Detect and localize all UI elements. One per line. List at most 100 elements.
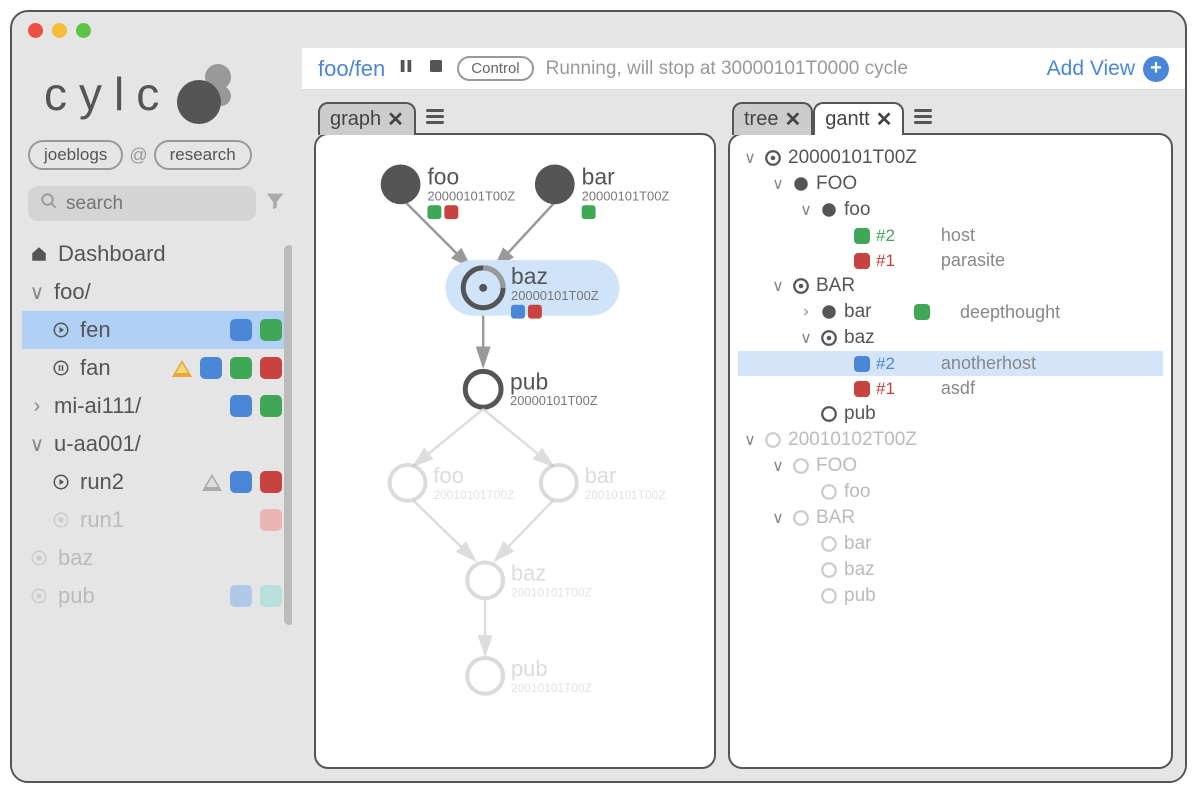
svg-text:20000101T00Z: 20000101T00Z	[511, 288, 599, 303]
chevron-down-icon: ∨	[28, 432, 46, 457]
scrollbar-thumb[interactable]	[284, 245, 292, 625]
tree-family-bar[interactable]: ∨ BAR	[738, 273, 1163, 299]
window-maximize-button[interactable]	[76, 23, 91, 38]
tree-job-baz-2[interactable]: #2 anotherhost	[738, 351, 1163, 376]
graph-node-pub-cycle2[interactable]: pub 20010101T00Z	[467, 656, 592, 695]
succeeded-icon	[792, 175, 810, 193]
workflow-graph[interactable]: foo 20000101T00Z bar 20000101T00Z	[316, 135, 714, 767]
tree-task-baz-2[interactable]: baz	[738, 557, 1163, 583]
server-pill[interactable]: research	[154, 140, 252, 170]
nav-dashboard[interactable]: Dashboard	[22, 235, 292, 273]
tree-task-pub-2[interactable]: pub	[738, 583, 1163, 609]
hamburger-icon[interactable]	[426, 109, 444, 128]
nav-miai-label: mi-ai111/	[54, 393, 141, 419]
tree-cyclepoint-1[interactable]: ∨ 20000101T00Z	[738, 145, 1163, 171]
workflow-name[interactable]: foo/fen	[318, 56, 385, 82]
tab-graph-label: graph	[330, 108, 381, 131]
tree-job-foo-1[interactable]: #1 parasite	[738, 248, 1163, 273]
tree-task-foo-2[interactable]: foo	[738, 479, 1163, 505]
graph-node-bar-cycle2[interactable]: bar 20010101T00Z	[541, 463, 666, 502]
nav-foo[interactable]: ∨ foo/	[22, 273, 292, 311]
home-icon	[28, 245, 50, 263]
search-input[interactable]	[66, 193, 244, 215]
stop-button[interactable]	[427, 57, 445, 80]
filter-icon[interactable]	[264, 190, 286, 217]
status-chip-red	[260, 357, 282, 379]
logo-text: cylc	[44, 67, 171, 121]
tab-tree[interactable]: tree ✕	[732, 102, 813, 135]
tree-task-bar[interactable]: › bar deepthought	[738, 299, 1163, 325]
nav-pub[interactable]: pub	[22, 577, 292, 615]
job-host: deepthought	[960, 302, 1060, 323]
window-minimize-button[interactable]	[52, 23, 67, 38]
tree-task-pub[interactable]: pub	[738, 401, 1163, 427]
svg-text:baz: baz	[511, 263, 548, 289]
svg-text:pub: pub	[511, 656, 548, 681]
add-view-button[interactable]: Add View +	[1047, 56, 1169, 82]
tree-job-foo-2[interactable]: #2 host	[738, 223, 1163, 248]
tree-label: 20010102T00Z	[788, 429, 917, 451]
window-close-button[interactable]	[28, 23, 43, 38]
tree-label: foo	[844, 199, 884, 221]
tree-family-bar-2[interactable]: ∨ BAR	[738, 505, 1163, 531]
tab-graph[interactable]: graph ✕	[318, 102, 416, 135]
stop-circle-icon	[50, 511, 72, 529]
nav-fan[interactable]: fan	[22, 349, 292, 387]
job-chip-red	[854, 381, 870, 397]
tab-tree-label: tree	[744, 108, 778, 131]
tree-task-foo[interactable]: ∨ foo	[738, 197, 1163, 223]
nav-run2[interactable]: run2	[22, 463, 292, 501]
chevron-down-icon: ∨	[770, 508, 786, 528]
job-host: host	[941, 225, 975, 246]
tree-label: FOO	[816, 173, 857, 195]
play-circle-icon	[50, 473, 72, 491]
at-symbol: @	[129, 145, 147, 166]
job-chip-blue	[854, 356, 870, 372]
pause-circle-icon	[50, 359, 72, 377]
svg-text:pub: pub	[510, 368, 548, 394]
control-button[interactable]: Control	[457, 56, 533, 81]
nav-run2-label: run2	[80, 469, 124, 495]
tree-label: 20000101T00Z	[788, 147, 917, 169]
nav-baz[interactable]: baz	[22, 539, 292, 577]
tree-family-foo[interactable]: ∨ FOO	[738, 171, 1163, 197]
search-box[interactable]	[28, 186, 256, 221]
stop-circle-icon	[28, 587, 50, 605]
tree-task-baz[interactable]: ∨ baz	[738, 325, 1163, 351]
close-icon[interactable]: ✕	[784, 107, 801, 132]
panels-row: graph ✕	[302, 90, 1185, 781]
job-chip-green	[854, 228, 870, 244]
job-number: #2	[876, 226, 895, 246]
nav-foo-label: foo/	[54, 279, 91, 305]
status-chip-green	[230, 357, 252, 379]
svg-text:20000101T00Z: 20000101T00Z	[510, 393, 598, 408]
nav-uaa[interactable]: ∨ u-aa001/	[22, 425, 292, 463]
tree-label: bar	[844, 301, 884, 323]
graph-node-foo-cycle2[interactable]: foo 20010101T00Z	[390, 463, 515, 502]
user-pill[interactable]: joeblogs	[28, 140, 123, 170]
pause-button[interactable]	[397, 57, 415, 80]
close-icon[interactable]: ✕	[387, 107, 404, 132]
search-row	[28, 186, 286, 221]
graph-node-baz-cycle2[interactable]: baz 20010101T00Z	[467, 560, 592, 599]
nav-dashboard-label: Dashboard	[58, 241, 166, 267]
hamburger-icon[interactable]	[914, 109, 932, 128]
svg-text:20010101T00Z: 20010101T00Z	[511, 681, 592, 695]
nav-miai[interactable]: › mi-ai111/	[22, 387, 292, 425]
graph-node-pub[interactable]: pub 20000101T00Z	[465, 368, 598, 408]
graph-node-foo[interactable]: foo 20000101T00Z	[381, 163, 516, 219]
tab-gantt[interactable]: gantt ✕	[813, 102, 904, 135]
nav-run1[interactable]: run1	[22, 501, 292, 539]
chevron-right-icon: ›	[798, 303, 814, 321]
nav-fen[interactable]: fen	[22, 311, 292, 349]
tree-task-bar-2[interactable]: bar	[738, 531, 1163, 557]
running-icon	[764, 149, 782, 167]
tree-job-baz-1[interactable]: #1 asdf	[738, 376, 1163, 401]
tree-cyclepoint-2[interactable]: ∨ 20010102T00Z	[738, 427, 1163, 453]
tree-family-foo-2[interactable]: ∨ FOO	[738, 453, 1163, 479]
job-host: asdf	[941, 378, 975, 399]
close-icon[interactable]: ✕	[876, 107, 893, 132]
waiting-icon	[764, 431, 782, 449]
graph-tabs: graph ✕	[318, 102, 716, 135]
graph-node-bar[interactable]: bar 20000101T00Z	[535, 163, 670, 219]
